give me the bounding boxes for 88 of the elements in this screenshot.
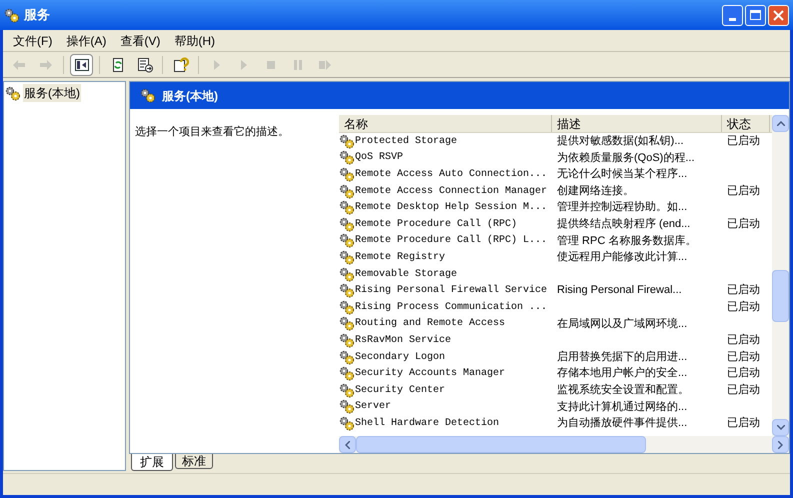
service-icon [339, 416, 355, 431]
service-icon [339, 283, 355, 298]
service-description: 支持此计算机通过网络的... [557, 400, 688, 413]
export-list-icon [136, 56, 152, 72]
scrollbar-thumb[interactable] [772, 270, 789, 322]
service-description: 管理 RPC 名称服务数据库。 [557, 234, 696, 247]
service-name: Rising Personal Firewall Service [355, 284, 548, 298]
service-status: 已启动 [727, 350, 760, 363]
service-name: Secondary Logon [355, 350, 446, 365]
service-description: 在局域网以及广域网环境... [557, 318, 688, 330]
view-tab[interactable]: 标准 [175, 454, 213, 469]
service-description: 启用替换凭据下的启用进... [557, 350, 688, 363]
service-name: Shell Hardware Detection [355, 416, 500, 431]
service-name: Security Center [355, 384, 446, 398]
vertical-scrollbar[interactable] [772, 115, 789, 436]
close-icon [773, 10, 784, 20]
service-status: 已启动 [727, 384, 760, 396]
service-name: Remote Access Connection Manager [355, 184, 548, 199]
service-icon [339, 134, 355, 149]
service-icon [339, 184, 355, 199]
service-status: 已启动 [727, 334, 760, 346]
column-header[interactable]: 名称 [339, 115, 552, 132]
service-status: 已启动 [727, 417, 760, 430]
scrollbar-thumb[interactable] [356, 436, 646, 453]
service-icon [339, 316, 355, 332]
service-name: QoS RSVP [355, 151, 404, 166]
tree-item[interactable]: 服务(本地) [23, 84, 81, 102]
description-text: 选择一个项目来查看它的描述。 [135, 126, 289, 138]
service-name: RsRavMon Service [355, 334, 452, 348]
horizontal-scrollbar[interactable] [339, 436, 789, 453]
help-icon [172, 56, 188, 72]
service-icon [339, 166, 355, 182]
maximize-button[interactable] [745, 4, 766, 26]
service-status: 已启动 [727, 284, 760, 296]
service-name: Remote Registry [355, 250, 446, 265]
service-description: 提供对敏感数据(如私钥)... [557, 135, 684, 148]
service-status: 已启动 [727, 184, 760, 197]
service-icon [339, 332, 355, 348]
service-name: Remote Desktop Help Session M... [355, 200, 548, 216]
close-button[interactable] [768, 4, 789, 26]
show-tree-button[interactable] [70, 54, 93, 76]
service-name: Rising Process Communication ... [355, 300, 548, 315]
service-description: 提供终结点映射程序 (end... [557, 218, 690, 230]
service-status: 已启动 [727, 367, 760, 380]
service-icon [339, 233, 355, 248]
pane-header: 服务(本地) [130, 82, 789, 109]
service-status: 已启动 [727, 218, 760, 230]
service-name: Routing and Remote Access [355, 316, 506, 332]
services-icon [4, 8, 20, 22]
column-header[interactable]: 状态 [722, 115, 770, 132]
view-tab[interactable]: 扩展 [131, 454, 173, 471]
service-name: Removable Storage [355, 268, 458, 282]
service-icon [339, 382, 355, 398]
menu-item[interactable]: 操作(A) [66, 32, 106, 50]
service-name: Protected Storage [355, 134, 458, 149]
service-description: 无论什么时候当某个程序... [557, 168, 688, 180]
service-icon [339, 216, 355, 232]
service-icon [339, 366, 355, 382]
service-status: 已启动 [727, 135, 760, 148]
menu-item[interactable]: 帮助(H) [174, 32, 215, 50]
service-description: 监视系统安全设置和配置。 [557, 384, 689, 396]
service-name: Remote Procedure Call (RPC) [355, 218, 518, 232]
service-description: 存储本地用户帐户的安全... [557, 367, 688, 380]
service-name: Security Accounts Manager [355, 366, 506, 382]
service-name: Remote Procedure Call (RPC) L... [355, 234, 548, 248]
service-description: 为依赖质量服务(QoS)的程... [557, 152, 695, 164]
service-description: Rising Personal Firewal... [557, 284, 682, 296]
service-icon [339, 150, 355, 166]
window-title: 服务 [24, 6, 50, 24]
service-icon [339, 350, 355, 365]
service-description: 使远程用户能修改此计算... [557, 251, 688, 264]
menu-item[interactable]: 文件(F) [13, 32, 52, 50]
service-description: 管理并控制远程协助。如... [557, 201, 688, 214]
minimize-button[interactable] [722, 4, 743, 26]
column-header[interactable]: 描述 [552, 115, 722, 132]
service-description: 为自动播放硬件事件提供... [557, 417, 688, 430]
service-icon [339, 300, 355, 315]
service-icon [339, 250, 355, 265]
service-name: Remote Access Auto Connection... [355, 168, 548, 182]
service-description: 创建网络连接。 [557, 184, 634, 197]
service-icon [339, 266, 355, 282]
service-icon [339, 399, 355, 414]
show-tree-icon [74, 56, 90, 72]
service-name: Server [355, 400, 392, 414]
menu-item[interactable]: 查看(V) [120, 32, 160, 50]
services-icon [140, 88, 156, 103]
service-icon [339, 200, 355, 216]
service-status: 已启动 [727, 300, 760, 313]
